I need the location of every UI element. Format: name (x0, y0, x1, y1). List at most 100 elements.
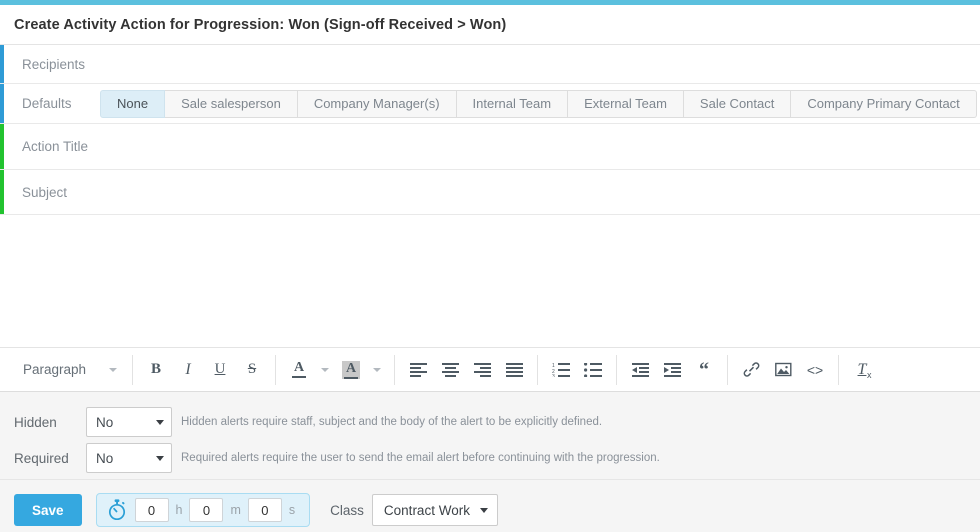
tab-company-managers[interactable]: Company Manager(s) (297, 89, 457, 118)
recipients-field-row[interactable]: Recipients (0, 45, 980, 84)
bold-glyph: B (150, 361, 161, 377)
toolbar-group-block-format: Paragraph (6, 354, 133, 385)
tab-company-primary-contact-label: Company Primary Contact (807, 96, 960, 111)
align-center-icon[interactable] (434, 355, 466, 385)
text-color-dropdown[interactable] (315, 355, 335, 385)
recipient-default-tabs: None Sale salesperson Company Manager(s)… (100, 84, 980, 123)
tab-none[interactable]: None (100, 89, 166, 118)
tab-sale-salesperson[interactable]: Sale salesperson (165, 89, 298, 118)
hours-input[interactable] (134, 498, 169, 522)
paragraph-format-select[interactable]: Paragraph (13, 355, 125, 385)
required-select[interactable]: No (86, 443, 172, 473)
chevron-down-icon (109, 367, 117, 372)
subject-placeholder: Subject (22, 184, 68, 200)
required-value: No (96, 450, 114, 466)
subject-field-row[interactable]: Subject (0, 170, 980, 215)
recipients-placeholder: Recipients (22, 56, 86, 72)
highlight-color-bar (344, 376, 358, 379)
tab-external-team-label: External Team (584, 96, 667, 111)
highlight-color-letter: A (345, 360, 357, 376)
defaults-label: Defaults (22, 96, 72, 111)
strikethrough-icon[interactable]: S (236, 355, 268, 385)
paragraph-format-label: Paragraph (23, 362, 87, 377)
dialog-footer: Save h m s Class Cont (0, 480, 980, 532)
tab-company-primary-contact[interactable]: Company Primary Contact (791, 89, 977, 118)
seconds-input[interactable] (247, 498, 282, 522)
hidden-help-text: Hidden alerts require staff, subject and… (181, 416, 603, 428)
action-title-field-row[interactable]: Action Title (0, 124, 980, 170)
action-title-placeholder: Action Title (22, 139, 89, 154)
outdent-icon[interactable] (624, 355, 656, 385)
link-icon[interactable] (735, 355, 767, 385)
rich-text-editor-toolbar: Paragraph B I U S A A 1 2 3 “ <> T x (0, 348, 980, 392)
clear-formatting-x: x (866, 369, 872, 380)
highlight-color-icon[interactable]: A (335, 355, 367, 385)
hidden-option-row: Hidden No Hidden alerts require staff, s… (14, 404, 980, 440)
highlight-color-dropdown[interactable] (367, 355, 387, 385)
bold-icon[interactable]: B (140, 355, 172, 385)
tab-sale-contact-label: Sale Contact (699, 96, 775, 111)
align-left-icon[interactable] (402, 355, 434, 385)
tab-sale-contact[interactable]: Sale Contact (683, 89, 792, 118)
class-value: Contract Work (383, 502, 470, 518)
required-label: Required (14, 450, 69, 466)
svg-text:3: 3 (552, 374, 555, 377)
italic-icon[interactable]: I (172, 355, 204, 385)
toolbar-group-alignment (395, 354, 538, 385)
tab-company-managers-label: Company Manager(s) (313, 96, 440, 111)
text-color-icon[interactable]: A (283, 355, 315, 385)
chevron-down-icon (373, 367, 381, 372)
time-spent-group: h m s (95, 493, 311, 527)
chevron-down-icon (321, 367, 329, 372)
toolbar-group-indent: “ (617, 354, 728, 385)
ordered-list-icon[interactable]: 123 (545, 355, 577, 385)
align-justify-icon[interactable] (498, 355, 530, 385)
toolbar-group-text-style: B I U S (133, 354, 276, 385)
blockquote-glyph: “ (699, 358, 709, 381)
source-code-icon[interactable]: <> (799, 355, 831, 385)
defaults-row: Defaults None Sale salesperson Company M… (0, 84, 980, 124)
chevron-down-icon (479, 507, 488, 513)
tab-external-team[interactable]: External Team (568, 89, 684, 118)
tab-internal-team[interactable]: Internal Team (456, 89, 569, 118)
text-color-letter: A (293, 360, 305, 375)
source-code-glyph: <> (806, 361, 824, 378)
align-right-icon[interactable] (466, 355, 498, 385)
chevron-down-icon (156, 419, 164, 425)
image-icon[interactable] (767, 355, 799, 385)
create-activity-action-dialog: Create Activity Action for Progression: … (0, 0, 980, 532)
toolbar-group-clear: T x (839, 355, 885, 385)
seconds-unit-label: s (288, 503, 296, 517)
unordered-list-icon[interactable] (577, 355, 609, 385)
underline-glyph: U (214, 361, 226, 377)
indent-icon[interactable] (656, 355, 688, 385)
minutes-unit-label: m (230, 503, 241, 517)
page-title: Create Activity Action for Progression: … (14, 16, 507, 33)
italic-glyph: I (185, 360, 191, 378)
class-label: Class (330, 502, 364, 518)
text-color-glyph: A (292, 361, 306, 378)
toolbar-group-colors: A A (276, 354, 395, 385)
alert-options-section: Hidden No Hidden alerts require staff, s… (0, 392, 980, 480)
highlight-color-glyph: A (342, 360, 360, 379)
text-color-bar (292, 376, 306, 378)
tab-internal-team-label: Internal Team (472, 96, 552, 111)
chevron-down-icon (156, 455, 164, 461)
strikethrough-glyph: S (247, 361, 257, 377)
hidden-select[interactable]: No (86, 407, 172, 437)
toolbar-group-insert: <> (728, 354, 839, 385)
minutes-input[interactable] (189, 498, 224, 522)
rich-text-editor-body[interactable] (0, 215, 980, 348)
save-button[interactable]: Save (14, 494, 82, 526)
required-option-row: Required No Required alerts require the … (14, 440, 980, 476)
class-select[interactable]: Contract Work (371, 494, 498, 526)
tab-sale-salesperson-label: Sale salesperson (181, 96, 281, 111)
clear-formatting-glyph: T (857, 360, 867, 378)
underline-icon[interactable]: U (204, 355, 236, 385)
hidden-label: Hidden (14, 414, 57, 430)
hidden-value: No (96, 414, 114, 430)
blockquote-icon[interactable]: “ (688, 355, 720, 385)
tab-none-label: None (117, 96, 149, 111)
clear-formatting-icon[interactable]: T x (846, 355, 878, 385)
hours-unit-label: h (175, 503, 183, 517)
